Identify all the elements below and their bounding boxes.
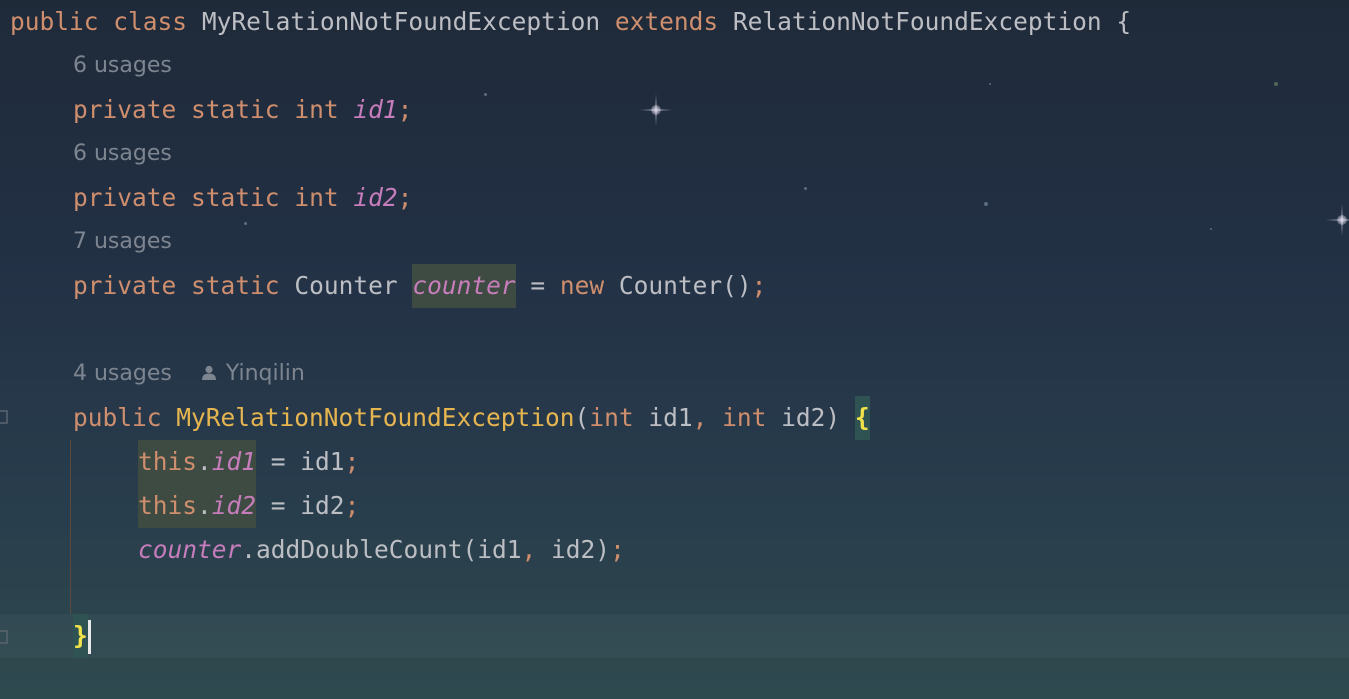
code-line-assign-id2[interactable]: this.id2 = id2; [138, 484, 359, 528]
background-star [989, 83, 991, 85]
code-line-assign-id1[interactable]: this.id1 = id1; [138, 440, 359, 484]
field-name-id1[interactable]: id1 [353, 95, 397, 124]
keyword-int: int [294, 95, 339, 124]
comma: , [521, 535, 537, 564]
keyword-int: int [589, 403, 634, 432]
type-counter[interactable]: Counter [294, 271, 397, 300]
keyword-extends: extends [614, 7, 719, 36]
field-ref-id2[interactable]: id2 [212, 491, 256, 520]
keyword-int: int [294, 183, 339, 212]
keyword-new: new [559, 271, 605, 300]
person-icon [201, 365, 216, 380]
dot: . [197, 447, 212, 476]
keyword-public: public [73, 403, 162, 432]
code-line-method-call[interactable]: counter.addDoubleCount(id1, id2); [138, 528, 625, 572]
matched-close-brace[interactable]: } [73, 614, 88, 658]
background-star [1210, 228, 1212, 230]
keyword-static: static [191, 271, 280, 300]
param-id2[interactable]: id2 [766, 403, 825, 432]
gutter-override-icon[interactable] [0, 408, 8, 426]
open-paren: ( [574, 403, 590, 432]
code-line-close-brace[interactable]: } [73, 614, 91, 658]
keyword-this: this [138, 491, 198, 520]
background-star [484, 93, 487, 96]
indent-guide [70, 440, 71, 614]
semicolon: ; [610, 535, 625, 564]
code-line-field-counter[interactable]: private static Counter counter = new Cou… [73, 264, 766, 308]
keyword-static: static [191, 95, 280, 124]
usages-hint-id2[interactable]: 6 usages [73, 132, 172, 176]
author-hint[interactable]: Yinqilin [226, 361, 305, 386]
assign-rhs[interactable]: = id1 [256, 447, 345, 476]
comma: , [692, 403, 708, 432]
method-call[interactable]: .addDoubleCount(id1 [241, 535, 521, 564]
superclass-name[interactable]: RelationNotFoundException [733, 7, 1102, 36]
field-ref-id1[interactable]: id1 [212, 447, 256, 476]
gutter-fold-icon[interactable] [0, 628, 8, 646]
background-star [244, 222, 247, 225]
keyword-private: private [73, 95, 177, 124]
dot: . [197, 491, 212, 520]
keyword-this: this [138, 447, 198, 476]
code-line-class-declaration[interactable]: public class MyRelationNotFoundException… [10, 0, 1131, 44]
current-line-highlight [0, 614, 1349, 658]
constructor-name[interactable]: MyRelationNotFoundException [176, 403, 574, 432]
assign-operator: = [515, 271, 560, 300]
usages-hint-constructor[interactable]: 4 usages [73, 361, 172, 386]
background-star [1274, 82, 1278, 86]
code-line-field-id2[interactable]: private static int id2; [73, 176, 412, 220]
code-vision-hint-constructor: 4 usages Yinqilin [73, 352, 305, 396]
semicolon: ; [751, 271, 767, 300]
keyword-static: static [191, 183, 280, 212]
field-name-id2[interactable]: id2 [353, 183, 397, 212]
usages-hint-id1[interactable]: 6 usages [73, 44, 172, 88]
method-args[interactable]: id2) [536, 535, 610, 564]
code-line-field-id1[interactable]: private static int id1; [73, 88, 412, 132]
field-name-counter[interactable]: counter [412, 264, 516, 308]
usages-hint-counter[interactable]: 7 usages [73, 220, 172, 264]
matched-open-brace[interactable]: { [854, 396, 870, 440]
code-line-constructor-declaration[interactable]: public MyRelationNotFoundException(int i… [73, 396, 870, 440]
keyword-private: private [73, 271, 177, 300]
semicolon: ; [397, 183, 413, 212]
field-ref-counter[interactable]: counter [138, 535, 241, 564]
param-id1[interactable]: id1 [634, 403, 692, 432]
background-sparkle [1325, 203, 1349, 237]
background-star [804, 187, 807, 190]
class-name[interactable]: MyRelationNotFoundException [202, 7, 600, 36]
close-paren: ) [825, 403, 855, 432]
semicolon: ; [344, 447, 360, 476]
open-brace: { [1116, 7, 1132, 36]
background-sparkle [639, 93, 673, 127]
semicolon: ; [344, 491, 360, 520]
keyword-class: class [113, 7, 188, 36]
background-star [984, 202, 988, 206]
keyword-private: private [73, 183, 177, 212]
assign-rhs[interactable]: = id2 [256, 491, 345, 520]
semicolon: ; [397, 95, 413, 124]
constructor-call[interactable]: Counter() [619, 271, 752, 300]
keyword-int: int [722, 403, 767, 432]
text-caret [87, 620, 91, 654]
keyword-public: public [10, 7, 99, 36]
